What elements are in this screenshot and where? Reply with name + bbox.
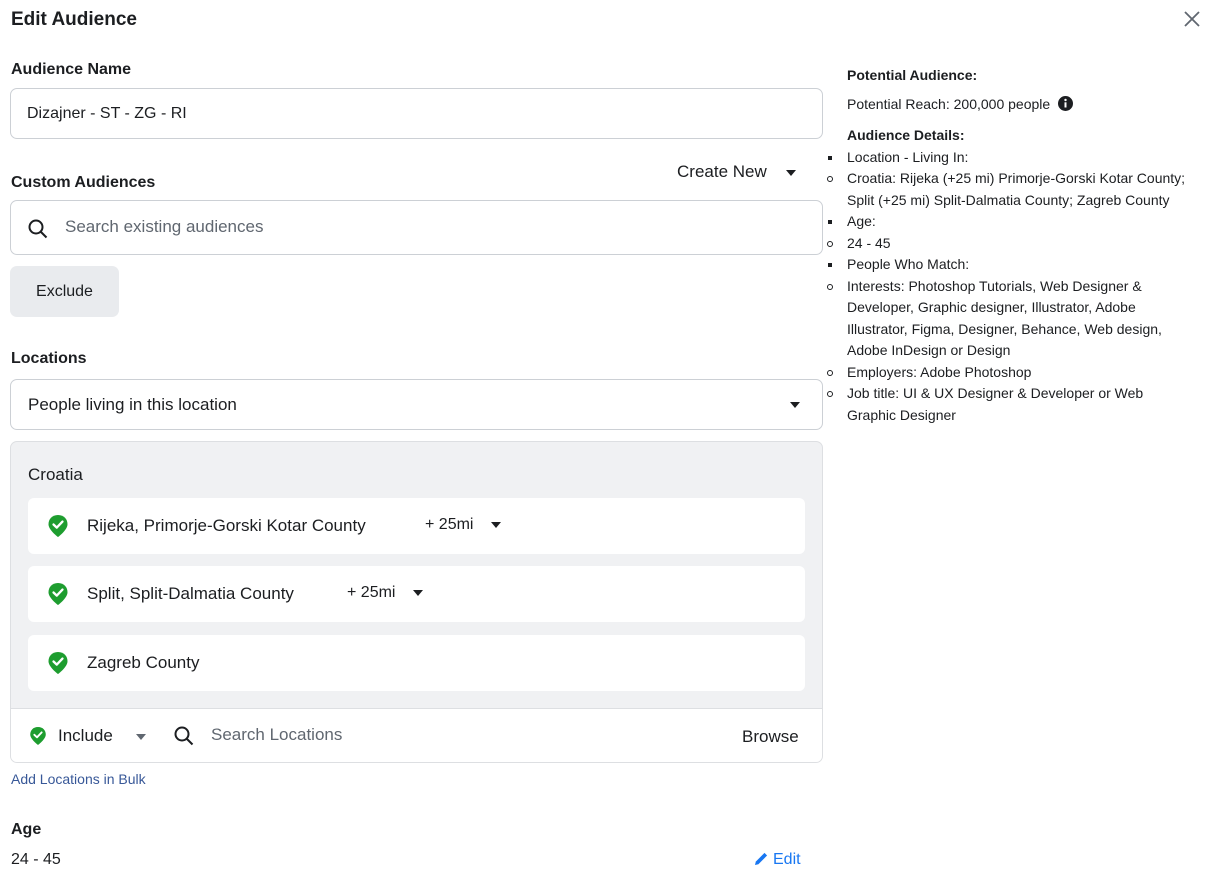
location-item: Split, Split-Dalmatia County + 25mi (28, 566, 805, 622)
detail-item: People Who Match: (817, 254, 1192, 276)
age-value: 24 - 45 (11, 851, 61, 868)
detail-item: Croatia: Rijeka (+25 mi) Primorje-Gorski… (817, 168, 1192, 211)
detail-item: Job title: UI & UX Designer & Developer … (817, 383, 1192, 426)
location-pin-icon (48, 515, 68, 537)
location-name: Split, Split-Dalmatia County (87, 584, 294, 603)
location-item: Zagreb County (28, 635, 805, 691)
audience-name-label: Audience Name (11, 61, 132, 78)
age-label: Age (11, 821, 42, 838)
detail-item: Age: (817, 211, 1192, 233)
custom-audiences-label: Custom Audiences (11, 174, 156, 191)
potential-audience-panel: Potential Audience: Potential Reach: 200… (817, 65, 1192, 426)
location-name: Rijeka, Primorje-Gorski Kotar County (87, 516, 366, 535)
search-icon (174, 726, 194, 746)
radius-value: + 25mi (347, 584, 396, 601)
search-icon (28, 219, 48, 239)
locations-panel: Croatia Rijeka, Primorje-Gorski Kotar Co… (10, 441, 823, 763)
close-button[interactable] (1180, 7, 1204, 31)
location-type-select[interactable]: People living in this location (10, 379, 823, 430)
radius-dropdown[interactable]: + 25mi (425, 516, 501, 534)
custom-audience-search-input[interactable]: Search existing audiences (10, 200, 823, 255)
potential-reach: Potential Reach: 200,000 people (817, 94, 1192, 116)
caret-down-icon (790, 402, 800, 408)
include-dropdown[interactable]: Include (58, 726, 113, 746)
add-locations-bulk-link[interactable]: Add Locations in Bulk (11, 771, 146, 787)
audience-details-list: Location - Living In: Croatia: Rijeka (+… (817, 147, 1192, 427)
create-new-label: Create New (677, 162, 767, 181)
audience-name-input[interactable]: Dizajner - ST - ZG - RI (10, 88, 823, 139)
location-pin-icon (48, 652, 68, 674)
location-pin-icon (48, 583, 68, 605)
close-icon (1184, 11, 1200, 27)
location-name: Zagreb County (87, 653, 200, 672)
search-placeholder: Search existing audiences (65, 217, 264, 236)
potential-audience-title: Potential Audience: (847, 67, 978, 83)
detail-item: Employers: Adobe Photoshop (817, 362, 1192, 384)
potential-reach-text: Potential Reach: 200,000 people (847, 95, 1051, 112)
country-label: Croatia (28, 465, 83, 484)
exclude-button[interactable]: Exclude (10, 266, 119, 317)
caret-down-icon (412, 589, 423, 596)
detail-item: 24 - 45 (817, 233, 1192, 255)
create-new-dropdown[interactable]: Create New (677, 162, 796, 182)
detail-item: Location - Living In: (817, 147, 1192, 169)
location-search-input[interactable]: Search Locations (211, 725, 342, 745)
location-pin-icon (30, 727, 46, 745)
location-item: Rijeka, Primorje-Gorski Kotar County + 2… (28, 498, 805, 554)
edit-label: Edit (773, 851, 801, 868)
caret-down-icon (490, 521, 501, 528)
locations-label: Locations (11, 350, 87, 367)
dialog-title: Edit Audience (11, 9, 137, 30)
pencil-icon (755, 852, 768, 865)
info-icon[interactable] (1058, 95, 1074, 111)
detail-item: Interests: Photoshop Tutorials, Web Desi… (817, 276, 1192, 362)
radius-value: + 25mi (425, 516, 474, 533)
caret-down-icon[interactable] (136, 734, 146, 740)
audience-details-title: Audience Details: (847, 127, 965, 143)
browse-button[interactable]: Browse (742, 727, 799, 747)
location-type-value: People living in this location (28, 395, 237, 414)
caret-down-icon (785, 169, 796, 176)
location-search-bar: Include Search Locations Browse (11, 708, 822, 762)
radius-dropdown[interactable]: + 25mi (347, 584, 423, 602)
edit-age-button[interactable]: Edit (754, 851, 801, 869)
